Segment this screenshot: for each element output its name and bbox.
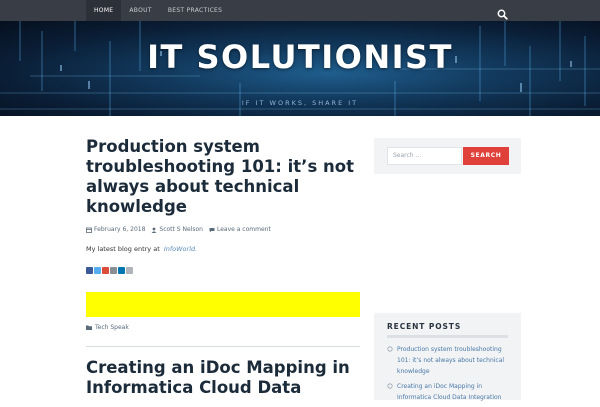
- post-author-text: Scott S Nelson: [159, 226, 203, 233]
- search-icon[interactable]: [497, 5, 508, 20]
- recent-post-link[interactable]: Creating an iDoc Mapping in Informatica …: [397, 383, 501, 401]
- google-plus-icon[interactable]: [102, 267, 109, 274]
- comment-icon: [209, 227, 215, 232]
- post-excerpt-link[interactable]: InfoWorld.: [164, 245, 197, 253]
- sidebar-search-input[interactable]: Search …: [387, 147, 462, 165]
- post-category[interactable]: Tech Speak: [86, 324, 129, 331]
- post-title-line: Production system: [86, 137, 260, 156]
- primary-menu: HOME ABOUT BEST PRACTICES: [86, 0, 230, 21]
- post-title-line: troubleshooting 101: it’s not: [86, 157, 354, 176]
- post-title[interactable]: Creating an iDoc Mapping in Informatica …: [86, 358, 376, 398]
- nav-item-home[interactable]: HOME: [86, 0, 122, 21]
- site-tagline: IF IT WORKS, SHARE IT: [241, 99, 359, 107]
- sidebar-search-widget: Search … SEARCH: [374, 138, 521, 174]
- post-date[interactable]: February 6, 2018: [86, 226, 145, 233]
- circle-bullet-icon: [387, 383, 393, 389]
- post-title-line: knowledge: [86, 197, 187, 216]
- post-title[interactable]: Production system troubleshooting 101: i…: [86, 137, 376, 217]
- post-comments-link[interactable]: Leave a comment: [209, 226, 271, 233]
- twitter-icon[interactable]: [94, 267, 101, 274]
- user-icon: [152, 227, 157, 233]
- post-author[interactable]: Scott S Nelson: [151, 226, 203, 233]
- email-icon[interactable]: [126, 267, 133, 274]
- post-title-line: Creating an iDoc Mapping in: [86, 358, 350, 377]
- post-title-line: Informatica Cloud Data: [86, 378, 302, 397]
- folder-icon: [86, 325, 92, 330]
- post-meta: February 6, 2018 Scott S Nelson Leave a …: [86, 226, 277, 233]
- top-navigation-bar: HOME ABOUT BEST PRACTICES: [0, 0, 600, 21]
- site-title[interactable]: IT SOLUTIONIST: [0, 38, 600, 76]
- post-date-text: February 6, 2018: [94, 226, 146, 233]
- nav-item-about[interactable]: ABOUT: [121, 0, 159, 21]
- facebook-icon[interactable]: [86, 267, 93, 274]
- circle-bullet-icon: [387, 346, 393, 352]
- widget-title-rule: [387, 335, 508, 338]
- post-comments-text: Leave a comment: [216, 226, 271, 233]
- post-divider: [86, 346, 360, 347]
- print-icon[interactable]: [110, 267, 117, 274]
- recent-posts-heading: RECENT POSTS: [387, 322, 462, 331]
- recent-post-item[interactable]: Production system troubleshooting 101: i…: [387, 344, 512, 377]
- recent-posts-widget: RECENT POSTS Production system troublesh…: [374, 313, 521, 401]
- post-excerpt: My latest blog entry at InfoWorld.: [86, 245, 197, 253]
- advertisement-banner[interactable]: [86, 292, 360, 317]
- sidebar-search-button[interactable]: SEARCH: [463, 147, 509, 165]
- linkedin-icon[interactable]: [118, 267, 125, 274]
- post-category-text: Tech Speak: [95, 324, 129, 331]
- calendar-icon: [86, 227, 92, 233]
- post-excerpt-text: My latest blog entry at: [86, 245, 160, 253]
- recent-post-link[interactable]: Production system troubleshooting 101: i…: [397, 346, 504, 375]
- nav-item-best-practices[interactable]: BEST PRACTICES: [160, 0, 230, 21]
- share-buttons: [86, 267, 134, 274]
- recent-posts-list: Production system troubleshooting 101: i…: [387, 344, 512, 407]
- post-title-line: always about technical: [86, 177, 300, 196]
- site-header-banner: IT SOLUTIONIST IF IT WORKS, SHARE IT: [0, 21, 600, 116]
